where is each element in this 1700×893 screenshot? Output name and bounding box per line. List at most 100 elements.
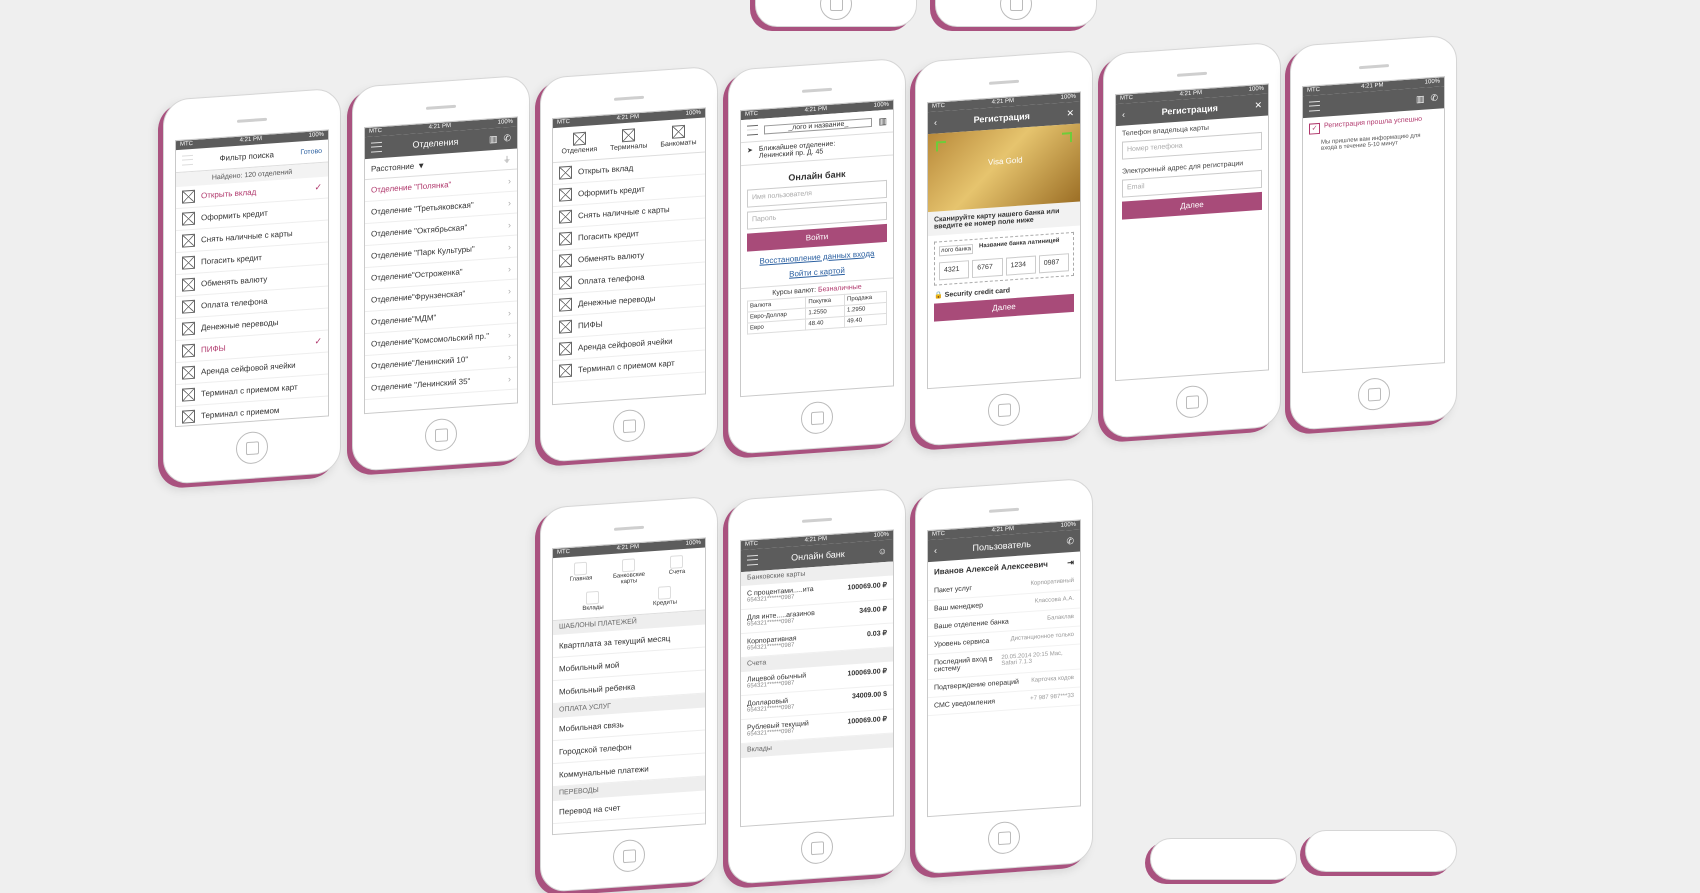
branch-name: Отделение"Комсомольский пр." (371, 331, 490, 349)
clock: 4:21 PM (239, 136, 262, 144)
profile-screen: МТС 4:21 PM 100% ‹ Пользователь ✆ Иванов Але… (927, 519, 1081, 818)
home-button[interactable] (425, 417, 457, 452)
chevron-right-icon: › (508, 263, 511, 274)
tab-branches[interactable]: Отделения (561, 131, 597, 155)
menu-item-label: Банковские карты (612, 571, 646, 586)
profile-row-label: Подтверждение операций (934, 678, 1019, 692)
checkbox-icon (559, 253, 572, 268)
checkmark-icon: ✓ (314, 335, 322, 347)
branch-name: Отделение"Фрунзенская" (371, 289, 466, 305)
battery: 100% (685, 539, 701, 547)
service-label: Аренда сейфовой ячейки (578, 336, 673, 353)
back-icon[interactable]: ‹ (1122, 109, 1125, 119)
branch-name: Отделение"Ленинский 10" (371, 354, 469, 371)
phone-payments: МТС 4:21 PM 100% Главная Банковские карты Сч… (540, 495, 718, 893)
home-button[interactable] (801, 400, 833, 435)
checkbox-icon (559, 187, 572, 202)
home-button[interactable] (236, 430, 268, 465)
login-screen: МТС 4:21 PM 100% _лого и название_ ▥ ➤ Ближа… (740, 99, 894, 398)
account-balance: 100069.00 ₽ (847, 581, 888, 592)
chevron-right-icon: › (508, 285, 511, 296)
checkbox-icon (182, 299, 195, 314)
chevron-right-icon: › (508, 219, 511, 230)
user-icon[interactable]: ☺ (878, 546, 887, 557)
phone-accounts: МТС 4:21 PM 100% Онлайн банк ☺ Банковские к… (728, 487, 906, 885)
checkbox-icon (559, 165, 572, 180)
clock: 4:21 PM (1179, 90, 1202, 98)
clock: 4:21 PM (616, 544, 639, 552)
bank-name: Название банка латиницей (979, 237, 1060, 250)
menu-icon[interactable] (1309, 100, 1320, 112)
card-digits[interactable]: 6767 (972, 257, 1003, 278)
payment-label: Коммунальные платежи (559, 763, 649, 780)
home-button[interactable] (988, 392, 1020, 427)
checkbox-icon (559, 275, 572, 290)
filter-option-label: ПИФЫ (201, 343, 226, 355)
battery: 100% (308, 131, 324, 139)
payments-menu-item[interactable]: Счета (653, 554, 701, 583)
home-button[interactable] (1176, 384, 1208, 419)
clock: 4:21 PM (1361, 82, 1384, 91)
filter-option-label: Обменять валюту (201, 274, 268, 289)
menu-icon[interactable] (747, 124, 758, 136)
map-icon[interactable]: ▥ (489, 133, 498, 145)
menu-icon[interactable] (747, 554, 758, 566)
menu-item-icon (586, 590, 600, 605)
logout-icon[interactable]: ⇥ (1067, 558, 1074, 567)
payments-menu-item[interactable]: Кредиты (641, 585, 689, 608)
phone-icon[interactable]: ✆ (1430, 92, 1438, 104)
payments-menu-item[interactable]: Вклады (569, 590, 617, 613)
partial-phone-bottom-2 (1305, 830, 1457, 872)
close-icon[interactable]: ✕ (1066, 107, 1074, 119)
close-icon[interactable]: ✕ (1254, 99, 1262, 111)
battery: 100% (1060, 521, 1076, 529)
menu-icon[interactable] (371, 141, 382, 153)
tab-atms[interactable]: Банкоматы (660, 124, 697, 149)
tab-terminals[interactable]: Терминалы (610, 127, 647, 152)
accounts-list: Лицевой обычный 654321******0987 100069.00… (741, 661, 893, 745)
chevron-right-icon: › (508, 373, 511, 384)
checkbox-icon (559, 319, 572, 334)
phone-services: МТС 4:21 PM 100% Отделения Терминалы Банко… (540, 65, 718, 463)
branch-name: Отделение"Остроженка" (371, 267, 463, 283)
bank-info: лого банка Название банка латиницей (939, 237, 1069, 257)
payment-label: Квартплата за текущий месяц (559, 633, 671, 651)
filter-icon[interactable]: ⏚ (503, 153, 511, 165)
card-digits[interactable]: 1234 (1005, 255, 1036, 276)
back-icon[interactable]: ‹ (934, 117, 937, 127)
home-button[interactable] (801, 830, 833, 865)
profile-row-value: +7 987 987***33 (1030, 692, 1074, 702)
home-button[interactable] (613, 408, 645, 443)
speaker (426, 104, 456, 110)
profile-row-label: Ваше отделение банка (934, 618, 1009, 631)
home-button[interactable] (1357, 377, 1390, 412)
sort-dropdown[interactable]: Расстояние (371, 161, 414, 173)
back-icon[interactable]: ‹ (934, 545, 937, 555)
camera-view[interactable]: Visa Gold (928, 123, 1080, 213)
clock: 4:21 PM (804, 536, 827, 544)
menu-item-label: Вклады (582, 604, 604, 613)
card-digits[interactable]: 4321 (939, 260, 970, 281)
card-digits[interactable]: 0987 (1038, 253, 1069, 274)
battery: 100% (1248, 85, 1264, 93)
done-button[interactable]: Готово (300, 147, 322, 156)
account-info: Для инте.....агазинов 654321******0987 (747, 610, 815, 628)
profile-row-value: Балаклав (1047, 613, 1074, 622)
phone-icon[interactable]: ✆ (1066, 535, 1074, 547)
payments-menu-item[interactable]: Главная (557, 560, 605, 589)
service-label: Снять наличные с карты (578, 204, 670, 221)
menu-icon[interactable] (182, 154, 193, 166)
branch-list: Отделение "Полянка" › Отделение "Третьяков… (365, 169, 517, 401)
checkbox-icon (182, 189, 195, 204)
payments-menu-item[interactable]: Банковские карты (605, 557, 653, 586)
home-button[interactable] (613, 838, 645, 873)
map-icon[interactable]: ▥ (1416, 93, 1425, 105)
phone-icon[interactable]: ✆ (503, 132, 511, 144)
battery: 100% (685, 109, 701, 117)
payment-label: Перевод на счет (559, 802, 621, 817)
atm-icon (671, 124, 685, 139)
location-icon: ➤ (747, 147, 753, 155)
map-icon[interactable]: ▥ (878, 115, 887, 127)
profile-title: Пользователь (972, 538, 1031, 553)
carrier: МТС (1307, 86, 1320, 94)
